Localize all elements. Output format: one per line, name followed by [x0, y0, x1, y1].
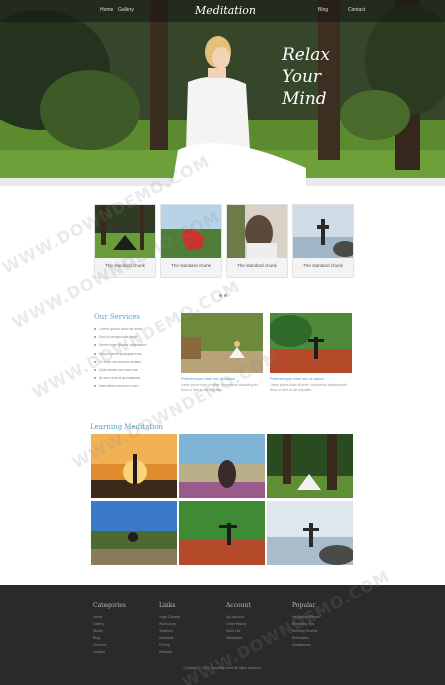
footer-column: Links Yoga Classes Workshops Teachers Sc… [159, 602, 219, 656]
services-item[interactable]: Ut enim ad minima veniam [94, 358, 174, 366]
gallery-image[interactable] [91, 501, 177, 565]
services-item[interactable]: Nemo enim ipsam voluptatem [94, 341, 174, 349]
footer-column-title: Links [159, 602, 176, 609]
feature-title: Pellentesque vitae nisi at sapien [270, 377, 325, 381]
footer-column: Categories Home Gallery Studio Blog Serv… [93, 602, 153, 656]
feature-body: Lorem ipsum dolor sit amet, consectetur … [270, 383, 348, 392]
hero-background [0, 0, 445, 186]
hero-tagline: Relax Your Mind [282, 44, 362, 110]
carousel-item[interactable]: The standard chunk [226, 204, 288, 278]
carousel-pagination [219, 284, 229, 302]
site-logo[interactable]: Meditation [195, 4, 256, 17]
carousel-caption: The standard chunk [303, 263, 343, 268]
services-item[interactable]: Neque porro quisquam est [94, 350, 174, 358]
footer-link[interactable]: Services [93, 642, 153, 649]
services-title: Our Services [94, 313, 140, 321]
footer-column: Account My Account Order History Wish Li… [226, 602, 286, 642]
footer-link[interactable]: Meditation Basics [292, 614, 352, 621]
footer-link[interactable]: Pricing [159, 642, 219, 649]
carousel-item[interactable]: The standard chunk [160, 204, 222, 278]
footer-link[interactable]: Teachers [159, 628, 219, 635]
nav-item-home[interactable]: Home [100, 7, 113, 13]
feature-card[interactable]: Pellentesque vitae nisi at sapien Lorem … [270, 313, 352, 393]
footer-link[interactable]: Gallery [93, 621, 153, 628]
footer-link[interactable]: Wish List [226, 628, 286, 635]
services-section: Our Services Lorem ipsum dolor sit amet … [94, 313, 174, 391]
learning-gallery [91, 434, 353, 565]
footer-link[interactable]: Blog [93, 635, 153, 642]
footer-column: Popular Meditation Basics Breathing Tips… [292, 602, 352, 649]
gallery-image[interactable] [179, 434, 265, 498]
footer-link[interactable]: Newsletter [226, 635, 286, 642]
footer-link[interactable]: Schedule [159, 635, 219, 642]
feature-image [181, 313, 263, 373]
carousel-image [95, 205, 155, 258]
feature-card[interactable]: Pellentesque vitae nisi at sapien Lorem … [181, 313, 263, 393]
services-item[interactable]: Sed ut perspiciatis unde [94, 333, 174, 341]
nav-item-contact[interactable]: Contact [348, 7, 365, 13]
footer-column-title: Popular [292, 602, 316, 609]
feature-image [270, 313, 352, 373]
footer-link[interactable]: Contact [93, 649, 153, 656]
footer-link[interactable]: Retreats [159, 649, 219, 656]
pagination-dot[interactable] [224, 294, 227, 297]
footer-column-title: Categories [93, 602, 126, 609]
footer: Categories Home Gallery Studio Blog Serv… [0, 585, 445, 685]
feature-title: Pellentesque vitae nisi at sapien [181, 377, 236, 381]
nav-item-blog[interactable]: Blog [318, 7, 328, 13]
services-item[interactable]: At vero eos et accusamus [94, 374, 174, 382]
carousel-image [227, 205, 287, 258]
footer-link[interactable]: Studio [93, 628, 153, 635]
footer-link[interactable]: Breathing Tips [292, 621, 352, 628]
footer-link[interactable]: Workshops [159, 621, 219, 628]
services-list: Lorem ipsum dolor sit amet Sed ut perspi… [94, 325, 174, 391]
tagline-line: Relax [282, 45, 331, 65]
services-item[interactable]: Quis autem vel eum iure [94, 366, 174, 374]
tagline-line: Your [282, 67, 322, 87]
footer-link[interactable]: Mindfulness [292, 642, 352, 649]
services-item[interactable]: Nam libero tempore cum [94, 382, 174, 390]
carousel-caption: The standard chunk [237, 263, 277, 268]
carousel-image [161, 205, 221, 258]
gallery-image[interactable] [91, 434, 177, 498]
gallery-image[interactable] [267, 434, 353, 498]
carousel-caption: The standard chunk [171, 263, 211, 268]
footer-link[interactable]: Yoga Classes [159, 614, 219, 621]
carousel-caption: The standard chunk [105, 263, 145, 268]
top-nav: Home Gallery Meditation Blog Contact [0, 0, 445, 22]
footer-link[interactable]: Relaxation [292, 635, 352, 642]
gallery-image[interactable] [267, 501, 353, 565]
nav-item-gallery[interactable]: Gallery [118, 7, 134, 13]
copyright-text: Copyright © 2013 Company name All rights… [183, 666, 262, 670]
hero-banner [0, 0, 445, 186]
footer-link[interactable]: Home [93, 614, 153, 621]
gallery-image[interactable] [179, 501, 265, 565]
footer-link[interactable]: My Account [226, 614, 286, 621]
carousel: The standard chunk The standard chunk Th… [94, 204, 356, 278]
feature-body: Lorem ipsum dolor sit amet, consectetur … [181, 383, 259, 392]
pagination-dot[interactable] [219, 294, 222, 297]
footer-link[interactable]: Order History [226, 621, 286, 628]
carousel-image [293, 205, 353, 258]
footer-link[interactable]: Morning Routine [292, 628, 352, 635]
services-item[interactable]: Lorem ipsum dolor sit amet [94, 325, 174, 333]
carousel-item[interactable]: The standard chunk [292, 204, 354, 278]
carousel-item[interactable]: The standard chunk [94, 204, 156, 278]
footer-column-title: Account [226, 602, 251, 609]
tagline-line: Mind [282, 89, 327, 109]
learning-title: Learning Meditation [90, 423, 164, 431]
